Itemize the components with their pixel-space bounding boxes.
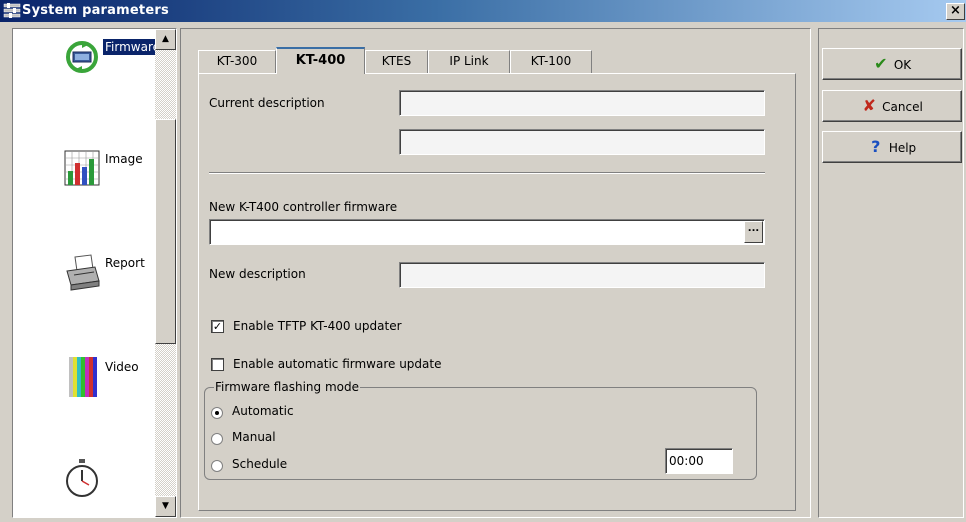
enable-tftp-label: Enable TFTP KT-400 updater bbox=[233, 319, 402, 333]
group-title: Firmware flashing mode bbox=[214, 380, 360, 394]
firmware-icon bbox=[66, 41, 98, 73]
enable-auto-update-checkbox[interactable] bbox=[211, 358, 224, 371]
sidebar-item-image[interactable]: Image bbox=[21, 149, 143, 192]
tab-kt300[interactable]: KT-300 bbox=[198, 50, 276, 73]
tab-kt400[interactable]: KT-400 bbox=[276, 47, 365, 74]
checkmark-icon: ✔ bbox=[874, 54, 888, 73]
tab-ktes[interactable]: KTES bbox=[365, 50, 428, 73]
sidebar-item-label: Report bbox=[105, 256, 145, 270]
scroll-down-button[interactable]: ▼ bbox=[155, 496, 176, 517]
color-bars-icon bbox=[69, 357, 97, 397]
close-button[interactable]: × bbox=[946, 3, 965, 20]
category-panel: Firmware Image Report Video ▲ ▼ bbox=[12, 28, 177, 518]
sidebar-item-report[interactable]: Report bbox=[21, 253, 145, 296]
firmware-flashing-mode-group: Firmware flashing mode Automatic Manual … bbox=[204, 380, 757, 480]
browse-button[interactable]: ... bbox=[744, 221, 763, 243]
printer-icon bbox=[66, 254, 100, 291]
section-divider bbox=[209, 172, 765, 174]
mode-manual-radio[interactable] bbox=[211, 433, 223, 445]
mode-manual-label: Manual bbox=[232, 430, 276, 444]
kt400-tab-page: Current description New K-T400 controlle… bbox=[198, 73, 796, 511]
sidebar-item-video[interactable]: Video bbox=[21, 357, 143, 400]
mode-automatic-radio[interactable] bbox=[211, 407, 223, 419]
new-firmware-path-input[interactable]: ... bbox=[209, 219, 765, 245]
enable-auto-update-label: Enable automatic firmware update bbox=[233, 357, 442, 371]
cancel-button[interactable]: ✘ Cancel bbox=[822, 90, 962, 122]
new-description-field[interactable] bbox=[399, 262, 765, 288]
current-description-label: Current description bbox=[209, 96, 325, 110]
sidebar-item-timer[interactable] bbox=[21, 459, 143, 502]
sidebar-item-label: Video bbox=[105, 360, 139, 374]
ok-button-label: OK bbox=[893, 58, 912, 72]
chart-icon bbox=[64, 150, 100, 186]
tab-ip-link[interactable]: IP Link bbox=[428, 50, 510, 73]
help-question-icon: ? bbox=[871, 137, 881, 156]
mode-automatic-label: Automatic bbox=[232, 404, 294, 418]
current-description-field bbox=[399, 90, 765, 116]
current-description-field-2 bbox=[399, 129, 765, 155]
enable-tftp-checkbox[interactable]: ✓ bbox=[211, 320, 224, 333]
scroll-up-button[interactable]: ▲ bbox=[155, 29, 176, 50]
mode-schedule-radio[interactable] bbox=[211, 460, 223, 472]
ok-button[interactable]: ✔ OK bbox=[822, 48, 962, 80]
schedule-time-input[interactable]: 00:00 bbox=[665, 448, 733, 474]
category-scrollbar[interactable]: ▲ ▼ bbox=[155, 29, 176, 517]
mode-schedule-label: Schedule bbox=[232, 457, 288, 471]
cross-icon: ✘ bbox=[862, 96, 876, 115]
stopwatch-icon bbox=[66, 459, 98, 497]
settings-panel: KT-300 KT-400 KTES IP Link KT-100 Curren… bbox=[180, 28, 811, 518]
new-firmware-label: New K-T400 controller firmware bbox=[209, 200, 398, 214]
new-description-label: New description bbox=[209, 267, 306, 281]
sidebar-item-label: Image bbox=[105, 152, 143, 166]
sidebar-item-label: Firmware bbox=[103, 39, 162, 55]
settings-app-icon bbox=[3, 3, 21, 18]
title-bar[interactable]: System parameters × bbox=[0, 0, 966, 22]
scroll-thumb[interactable] bbox=[155, 119, 176, 344]
help-button-label: Help bbox=[888, 141, 917, 155]
sidebar-item-firmware[interactable]: Firmware bbox=[21, 37, 162, 80]
tab-kt100[interactable]: KT-100 bbox=[510, 50, 592, 73]
cancel-button-label: Cancel bbox=[882, 100, 923, 114]
help-button[interactable]: ? Help bbox=[822, 131, 962, 163]
window-title: System parameters bbox=[22, 3, 169, 18]
